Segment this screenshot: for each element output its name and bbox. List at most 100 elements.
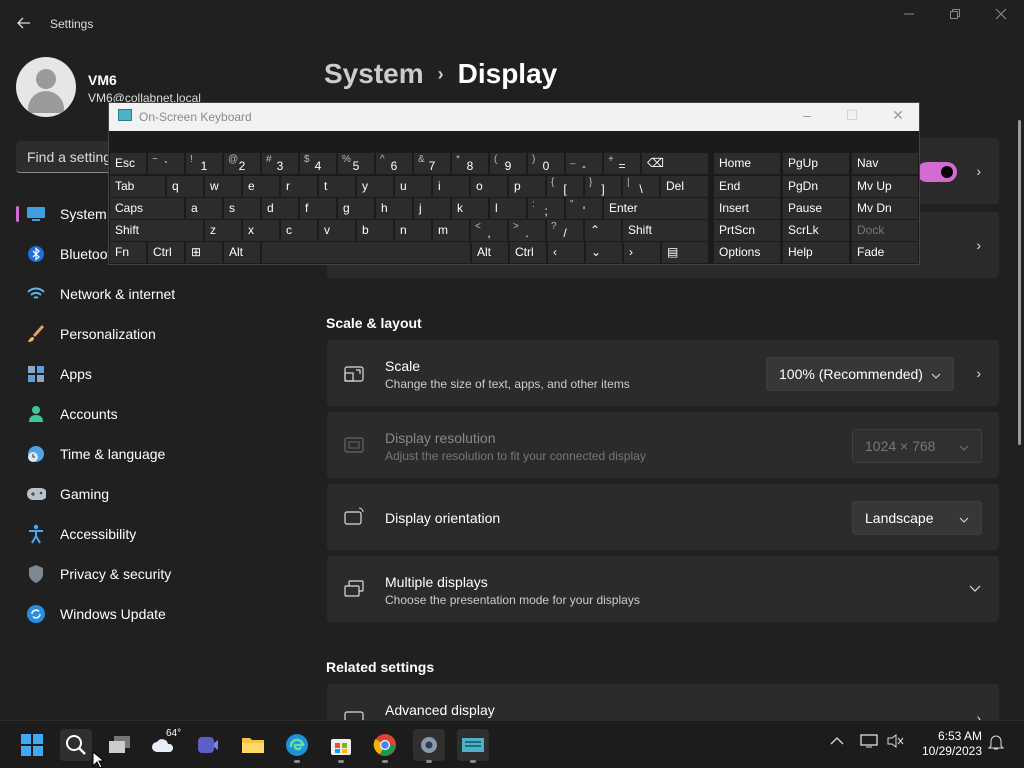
key-arrow-up[interactable]: ⌃: [585, 220, 621, 241]
task-view-icon[interactable]: [104, 729, 136, 761]
teams-icon[interactable]: [192, 729, 224, 761]
key-mv-up[interactable]: Mv Up: [852, 176, 918, 197]
search-input[interactable]: Find a setting: [16, 141, 116, 173]
key-2[interactable]: @2: [224, 153, 260, 174]
edge-icon[interactable]: [281, 729, 313, 761]
key-t[interactable]: t: [319, 176, 355, 197]
chevron-right-icon[interactable]: ›: [976, 365, 981, 381]
volume-muted-icon[interactable]: [886, 733, 904, 752]
key-.[interactable]: >.: [509, 220, 545, 241]
clock[interactable]: 6:53 AM 10/29/2023: [912, 729, 982, 759]
key-i[interactable]: i: [433, 176, 469, 197]
osk-title-bar[interactable]: On-Screen Keyboard – ☐ ✕: [109, 103, 919, 131]
key-alt-right[interactable]: Alt: [472, 242, 508, 263]
sidebar-item-apps[interactable]: Apps: [0, 354, 300, 394]
toggle-switch[interactable]: [917, 162, 957, 182]
minimize-icon[interactable]: [896, 8, 922, 28]
scrollbar[interactable]: [1018, 120, 1021, 445]
orientation-card[interactable]: Display orientation Landscape: [327, 484, 999, 550]
search-icon[interactable]: [60, 729, 92, 761]
key-x[interactable]: x: [243, 220, 279, 241]
key-fade[interactable]: Fade: [852, 242, 918, 263]
key-n[interactable]: n: [395, 220, 431, 241]
multiple-displays-card[interactable]: Multiple displays Choose the presentatio…: [327, 556, 999, 622]
settings-app-icon[interactable]: [413, 729, 445, 761]
orientation-dropdown[interactable]: Landscape: [852, 501, 982, 535]
key-7[interactable]: & 7: [414, 153, 450, 174]
key-`[interactable]: ~ `: [148, 153, 184, 174]
key-y[interactable]: y: [357, 176, 393, 197]
key-][interactable]: }]: [585, 176, 621, 197]
key-w[interactable]: w: [205, 176, 241, 197]
key-h[interactable]: h: [376, 198, 412, 219]
key-arrow-left[interactable]: ‹: [548, 242, 584, 263]
key-end[interactable]: End: [714, 176, 780, 197]
key--[interactable]: _ -: [566, 153, 602, 174]
key-alt-left[interactable]: Alt: [224, 242, 260, 263]
key-scrlk[interactable]: ScrLk: [783, 220, 849, 241]
osk-app-icon[interactable]: [457, 729, 489, 761]
network-icon[interactable]: [860, 733, 878, 752]
key-s[interactable]: s: [224, 198, 260, 219]
key-shift-left[interactable]: Shift: [110, 220, 203, 241]
key-pgdn[interactable]: PgDn: [783, 176, 849, 197]
key-del[interactable]: Del: [661, 176, 708, 197]
key-\[interactable]: | \: [623, 176, 659, 197]
key-3[interactable]: #3: [262, 153, 298, 174]
key-m[interactable]: m: [433, 220, 469, 241]
sidebar-item-time-language[interactable]: Time & language: [0, 434, 300, 474]
avatar[interactable]: [16, 57, 76, 117]
key-6[interactable]: ^ 6: [376, 153, 412, 174]
sidebar-item-privacy[interactable]: Privacy & security: [0, 554, 300, 594]
key-0[interactable]: ) 0: [528, 153, 564, 174]
key-q[interactable]: q: [167, 176, 203, 197]
weather-icon[interactable]: 64°: [148, 728, 181, 761]
key-o[interactable]: o: [471, 176, 507, 197]
key-r[interactable]: r: [281, 176, 317, 197]
scale-card[interactable]: Scale Change the size of text, apps, and…: [327, 340, 999, 406]
chevron-down-icon[interactable]: [969, 580, 981, 596]
key-=[interactable]: + =: [604, 153, 640, 174]
key-tab[interactable]: Tab: [110, 176, 165, 197]
scale-dropdown[interactable]: 100% (Recommended): [766, 357, 954, 391]
advanced-display-card[interactable]: Advanced display ›: [327, 684, 999, 720]
file-explorer-icon[interactable]: [237, 729, 269, 761]
sidebar-item-gaming[interactable]: Gaming: [0, 474, 300, 514]
key-fn[interactable]: Fn: [110, 242, 146, 263]
key-help[interactable]: Help: [783, 242, 849, 263]
close-icon[interactable]: [988, 8, 1014, 28]
key-shift-right[interactable]: Shift: [623, 220, 708, 241]
key-pause[interactable]: Pause: [783, 198, 849, 219]
key-z[interactable]: z: [205, 220, 241, 241]
back-arrow-icon[interactable]: [14, 13, 34, 33]
key-l[interactable]: l: [490, 198, 526, 219]
sidebar-item-personalization[interactable]: Personalization: [0, 314, 300, 354]
key-options[interactable]: Options: [714, 242, 780, 263]
key-esc[interactable]: Esc: [110, 153, 146, 174]
sidebar-item-network[interactable]: Network & internet: [0, 274, 300, 314]
key-caps[interactable]: Caps: [110, 198, 184, 219]
key-f[interactable]: f: [300, 198, 336, 219]
key-backspace[interactable]: ⌫: [642, 153, 708, 174]
key-j[interactable]: j: [414, 198, 450, 219]
key-menu-icon[interactable]: ▤: [662, 242, 708, 263]
key-u[interactable]: u: [395, 176, 431, 197]
key-d[interactable]: d: [262, 198, 298, 219]
sidebar-item-accounts[interactable]: Accounts: [0, 394, 300, 434]
key-e[interactable]: e: [243, 176, 279, 197]
key-ctrl-left[interactable]: Ctrl: [148, 242, 184, 263]
key-arrow-down[interactable]: ⌄: [586, 242, 622, 263]
key-k[interactable]: k: [452, 198, 488, 219]
key-,[interactable]: <,: [471, 220, 507, 241]
key-/[interactable]: ? /: [547, 220, 583, 241]
key-a[interactable]: a: [186, 198, 222, 219]
key-prtscn[interactable]: PrtScn: [714, 220, 780, 241]
key-;[interactable]: :;: [528, 198, 564, 219]
key-space[interactable]: [262, 242, 470, 263]
key-p[interactable]: p: [509, 176, 545, 197]
key-arrow-right[interactable]: ›: [624, 242, 660, 263]
key-b[interactable]: b: [357, 220, 393, 241]
key-1[interactable]: ! 1: [186, 153, 222, 174]
chrome-icon[interactable]: [369, 729, 401, 761]
key-v[interactable]: v: [319, 220, 355, 241]
